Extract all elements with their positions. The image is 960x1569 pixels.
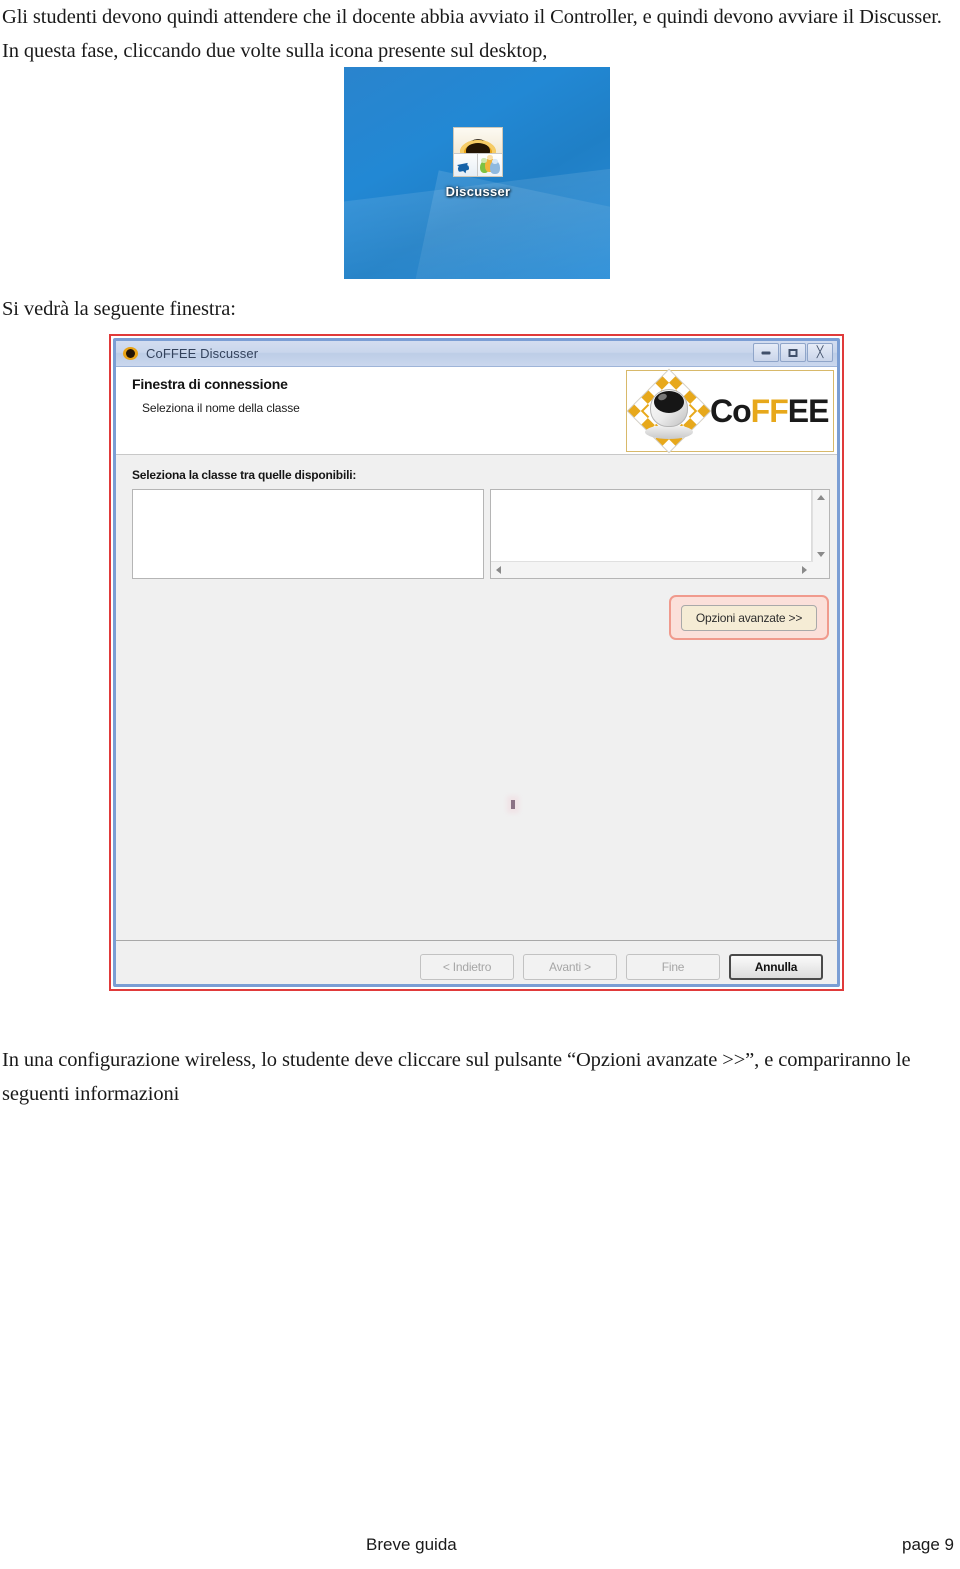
coffee-cup-icon <box>454 128 502 153</box>
cancel-button[interactable]: Annulla <box>729 953 823 980</box>
wireless-paragraph: In una configurazione wireless, lo stude… <box>2 1049 911 1105</box>
footer-title: Breve guida <box>366 1535 457 1554</box>
back-button[interactable]: < Indietro <box>420 953 514 980</box>
wizard-body-panel: Seleziona la classe tra quelle disponibi… <box>116 455 837 940</box>
coffee-diamond-logo-icon <box>626 368 712 454</box>
coffee-cup-icon <box>122 345 140 363</box>
logo-text-ff: FF <box>750 392 789 429</box>
wizard-footer-panel: < Indietro Avanti > Fine Annulla <box>116 940 837 984</box>
maximize-icon[interactable] <box>780 343 806 362</box>
shortcut-arrow-icon <box>454 152 478 176</box>
window-intro-paragraph: Si vedrà la seguente finestra: <box>2 298 236 320</box>
app-window-highlight-frame: CoFFEE Discusser ╳ Finestra di connessio… <box>109 334 844 991</box>
text-cursor-artifact <box>511 800 515 809</box>
class-list-left[interactable] <box>132 489 484 579</box>
scroll-right-arrow-icon[interactable] <box>802 566 807 574</box>
horizontal-scrollbar[interactable] <box>491 561 812 578</box>
logo-text-ee: EE <box>787 392 830 429</box>
class-select-label: Seleziona la classe tra quelle disponibi… <box>132 468 357 482</box>
close-icon[interactable]: ╳ <box>807 343 833 362</box>
scroll-up-arrow-icon[interactable] <box>817 495 825 500</box>
desktop-screenshot-image: Discusser <box>344 67 610 279</box>
desktop-icon-label: Discusser <box>445 184 511 199</box>
window-title: CoFFEE Discusser <box>146 346 259 361</box>
people-group-icon <box>478 152 502 176</box>
discusser-shortcut-icon[interactable] <box>453 127 503 177</box>
finish-button[interactable]: Fine <box>626 953 720 980</box>
advanced-options-highlight: Opzioni avanzate >> <box>669 595 829 640</box>
wizard-header-panel: Finestra di connessione Seleziona il nom… <box>116 367 837 455</box>
coffee-discusser-window: CoFFEE Discusser ╳ Finestra di connessio… <box>113 338 840 987</box>
window-controls[interactable]: ╳ <box>753 343 833 362</box>
class-list-right[interactable] <box>490 489 830 579</box>
footer-page-number: page 9 <box>902 1535 954 1554</box>
coffee-logo-box: CoFFEE <box>626 368 834 454</box>
class-list-right-content[interactable] <box>491 490 812 562</box>
desktop-icon-group[interactable]: Discusser <box>436 127 520 199</box>
advanced-options-button[interactable]: Opzioni avanzate >> <box>681 604 817 631</box>
person-head-green <box>481 158 487 164</box>
scroll-down-arrow-icon[interactable] <box>817 552 825 557</box>
next-button[interactable]: Avanti > <box>523 953 617 980</box>
person-head-blue <box>492 158 498 164</box>
minimize-icon[interactable] <box>753 343 779 362</box>
window-titlebar[interactable]: CoFFEE Discusser ╳ <box>116 341 837 367</box>
intro-paragraph: Gli studenti devono quindi attendere che… <box>2 6 942 62</box>
logo-text-co: Co <box>710 392 752 429</box>
vertical-scrollbar[interactable] <box>812 490 829 562</box>
page-footer: Breve guida page 9 <box>0 1535 960 1559</box>
scroll-left-arrow-icon[interactable] <box>496 566 501 574</box>
coffee-wordmark: CoFFEE <box>710 392 830 430</box>
